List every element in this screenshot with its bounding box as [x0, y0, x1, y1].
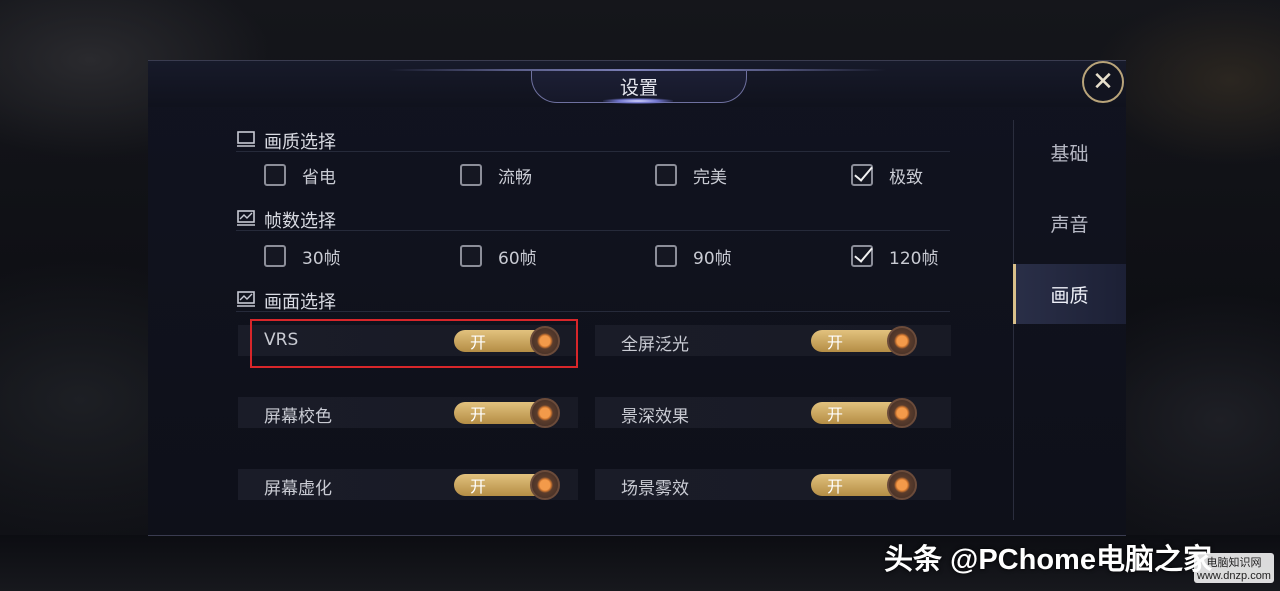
- site-watermark: 电脑知识网 www.dnzp.com: [1194, 553, 1274, 583]
- toggle-state-label: 开: [470, 405, 487, 424]
- option-label: 120帧: [889, 248, 939, 269]
- sidebar-item-graphics[interactable]: 画质: [1013, 264, 1126, 324]
- quality-option-extreme[interactable]: 极致: [851, 162, 923, 188]
- close-button[interactable]: ✕: [1082, 61, 1124, 103]
- quality-option-power-save[interactable]: 省电: [264, 162, 336, 188]
- checkbox[interactable]: [264, 245, 286, 267]
- setting-row-color-correction: 屏幕校色 开: [238, 397, 578, 428]
- sidebar-item-label: 声音: [1050, 213, 1089, 236]
- settings-sidebar: 基础 声音 画质: [1013, 120, 1126, 520]
- toggle-state-label: 开: [827, 333, 844, 352]
- fps-option-30[interactable]: 30帧: [264, 243, 341, 269]
- option-label: 30帧: [302, 248, 341, 269]
- toggle-knob[interactable]: [530, 398, 560, 428]
- section-fps-header: 帧数选择: [236, 207, 950, 232]
- toggle-switch[interactable]: 开: [811, 398, 919, 428]
- section-display-header: 画面选择: [236, 288, 950, 313]
- toggle-state-label: 开: [827, 477, 844, 496]
- toggle-state-label: 开: [470, 477, 487, 496]
- fps-option-60[interactable]: 60帧: [460, 243, 537, 269]
- site-watermark-url: www.dnzp.com: [1197, 570, 1271, 582]
- setting-label: 场景雾效: [621, 479, 689, 499]
- chart-monitor-icon: [237, 210, 255, 226]
- highlight-annotation-box: [250, 319, 578, 368]
- watermark-text: 头条 @PChome电脑之家: [884, 544, 1212, 576]
- fps-option-120[interactable]: 120帧: [851, 243, 938, 269]
- option-label: 完美: [693, 167, 727, 188]
- header-glow: [603, 98, 673, 104]
- option-label: 60帧: [498, 248, 537, 269]
- site-watermark-name: 电脑知识网: [1206, 557, 1262, 569]
- sidebar-item-label: 基础: [1050, 142, 1089, 165]
- toggle-switch[interactable]: 开: [454, 398, 562, 428]
- setting-label: 全屏泛光: [621, 335, 689, 355]
- setting-row-fullscreen-bloom: 全屏泛光 开: [595, 325, 951, 356]
- sidebar-item-sound[interactable]: 声音: [1013, 193, 1126, 253]
- option-label: 省电: [302, 167, 336, 188]
- checkbox[interactable]: [655, 164, 677, 186]
- option-label: 90帧: [693, 248, 732, 269]
- section-quality-title: 画质选择: [264, 132, 336, 153]
- checkbox-checked[interactable]: [851, 164, 873, 186]
- toggle-switch[interactable]: 开: [811, 470, 919, 500]
- toggle-knob[interactable]: [887, 398, 917, 428]
- toggle-knob[interactable]: [887, 470, 917, 500]
- toggle-knob[interactable]: [530, 470, 560, 500]
- monitor-icon: [237, 131, 255, 147]
- setting-row-depth-of-field: 景深效果 开: [595, 397, 951, 428]
- quality-option-perfect[interactable]: 完美: [655, 162, 727, 188]
- sidebar-item-label: 画质: [1050, 284, 1089, 307]
- checkbox[interactable]: [460, 164, 482, 186]
- checkbox[interactable]: [264, 164, 286, 186]
- toggle-knob[interactable]: [887, 326, 917, 356]
- toggle-switch[interactable]: 开: [811, 326, 919, 356]
- checkbox-checked[interactable]: [851, 245, 873, 267]
- toggle-switch[interactable]: 开: [454, 470, 562, 500]
- section-display-title: 画面选择: [264, 292, 336, 313]
- option-label: 极致: [889, 167, 923, 188]
- checkbox[interactable]: [655, 245, 677, 267]
- setting-label: 屏幕校色: [264, 407, 332, 427]
- setting-row-scene-fog: 场景雾效 开: [595, 469, 951, 500]
- setting-label: 屏幕虚化: [264, 479, 332, 499]
- quality-option-smooth[interactable]: 流畅: [460, 162, 532, 188]
- setting-row-screen-blur: 屏幕虚化 开: [238, 469, 578, 500]
- section-fps-title: 帧数选择: [264, 211, 336, 232]
- fps-option-90[interactable]: 90帧: [655, 243, 732, 269]
- setting-label: 景深效果: [621, 407, 689, 427]
- chart-monitor-icon: [237, 291, 255, 307]
- section-quality-header: 画质选择: [236, 128, 950, 153]
- option-label: 流畅: [498, 167, 532, 188]
- toggle-state-label: 开: [827, 405, 844, 424]
- checkbox[interactable]: [460, 245, 482, 267]
- sidebar-item-basic[interactable]: 基础: [1013, 122, 1126, 182]
- close-icon: ✕: [1092, 67, 1114, 97]
- dialog-title: 设置: [619, 77, 658, 99]
